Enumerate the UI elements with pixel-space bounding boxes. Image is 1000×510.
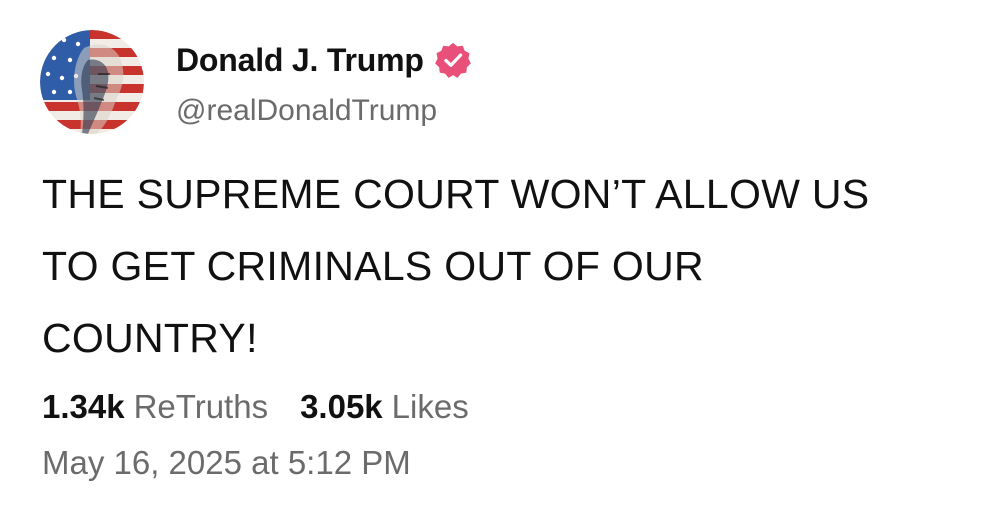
post-text-line: THE SUPREME COURT WON’T ALLOW US	[42, 171, 870, 217]
author-display-name[interactable]: Donald J. Trump	[176, 42, 424, 79]
likes-stat[interactable]: 3.05k Likes	[300, 388, 469, 426]
post-text-line: TO GET CRIMINALS OUT OF OUR	[42, 243, 704, 289]
post-timestamp: May 16, 2025 at 5:12 PM	[42, 444, 411, 481]
author-name-row[interactable]: Donald J. Trump	[176, 38, 472, 82]
flag-portrait-avatar-icon	[40, 30, 144, 134]
post-body: THE SUPREME COURT WON’T ALLOW US TO GET …	[42, 158, 972, 374]
retruths-stat[interactable]: 1.34k ReTruths	[42, 388, 268, 426]
author-handle[interactable]: @realDonaldTrump	[176, 94, 437, 128]
post-card: Donald J. Trump @realDonaldTrump THE SUP…	[0, 0, 1000, 510]
post-stats: 1.34k ReTruths 3.05k Likes	[42, 388, 469, 426]
post-text-line: COUNTRY!	[42, 315, 258, 361]
verified-badge-icon	[434, 41, 472, 79]
retruths-count: 1.34k	[42, 388, 125, 425]
likes-label: Likes	[391, 388, 469, 425]
retruths-label: ReTruths	[133, 388, 269, 425]
likes-count: 3.05k	[300, 388, 383, 425]
author-avatar[interactable]	[40, 30, 144, 134]
